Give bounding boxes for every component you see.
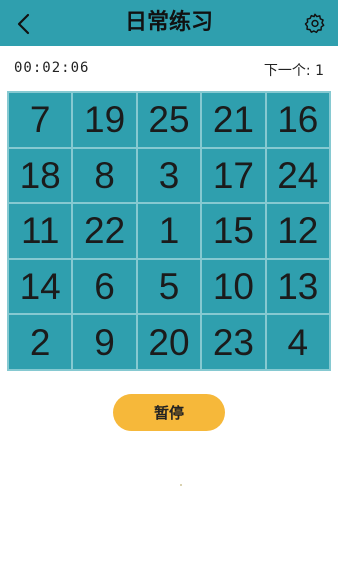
- grid-cell[interactable]: 4: [265, 314, 330, 370]
- settings-button[interactable]: [302, 10, 328, 36]
- elapsed-timer: 00:02:06: [14, 60, 90, 76]
- grid-cell[interactable]: 25: [136, 92, 202, 148]
- grid-cell[interactable]: 17: [201, 147, 266, 204]
- gear-icon: [304, 13, 325, 34]
- grid-cell[interactable]: 14: [8, 258, 73, 315]
- page-title: 日常练习: [124, 10, 213, 35]
- grid-cell[interactable]: 6: [72, 258, 137, 315]
- schulte-grid: 7 19 25 21 16 18 8 3 17 24 11 22 1 15 12…: [7, 91, 331, 371]
- grid-cell[interactable]: 24: [265, 147, 330, 204]
- next-label: 下一个:: [263, 63, 311, 79]
- grid-cell[interactable]: 5: [136, 258, 202, 315]
- grid-cell[interactable]: 2: [8, 314, 73, 370]
- grid-cell[interactable]: 22: [72, 203, 137, 259]
- pause-button[interactable]: 暂停: [113, 394, 225, 431]
- grid-cell[interactable]: 3: [136, 147, 202, 204]
- grid-cell[interactable]: 9: [72, 314, 137, 370]
- decorative-dot: [180, 484, 182, 486]
- grid-cell[interactable]: 1: [136, 203, 202, 259]
- next-number-indicator: 下一个: 1: [264, 60, 324, 80]
- grid-cell[interactable]: 7: [8, 92, 73, 148]
- grid-cell[interactable]: 13: [265, 258, 330, 315]
- grid-cell[interactable]: 19: [72, 92, 137, 148]
- grid-cell[interactable]: 8: [72, 147, 137, 204]
- next-value: 1: [315, 63, 324, 79]
- grid-cell[interactable]: 18: [8, 147, 73, 204]
- grid-cell[interactable]: 10: [201, 258, 266, 315]
- header-bar: 日常练习: [0, 0, 338, 46]
- grid-cell[interactable]: 21: [201, 92, 266, 148]
- grid-cell[interactable]: 11: [8, 203, 73, 259]
- grid-cell[interactable]: 23: [201, 314, 266, 370]
- grid-cell[interactable]: 20: [136, 314, 202, 370]
- grid-cell[interactable]: 12: [265, 203, 330, 259]
- status-row: 00:02:06 下一个: 1: [0, 54, 338, 84]
- grid-cell[interactable]: 15: [201, 203, 266, 259]
- grid-cell[interactable]: 16: [265, 92, 330, 148]
